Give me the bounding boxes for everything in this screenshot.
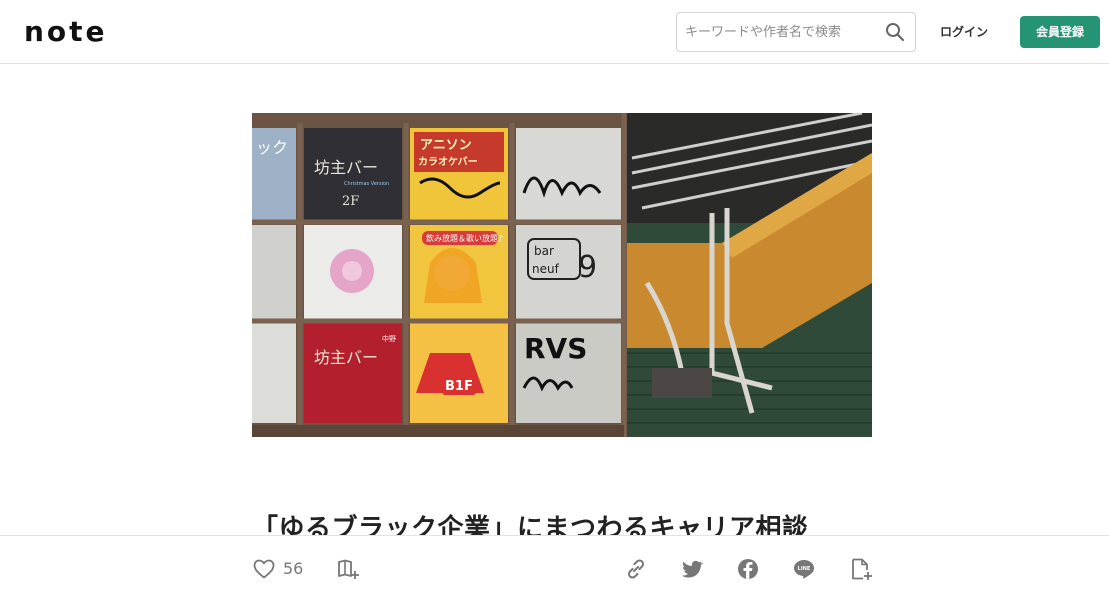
svg-text:B1F: B1F: [445, 379, 473, 394]
login-button[interactable]: ログイン: [932, 20, 996, 44]
svg-text:坊主バー: 坊主バー: [314, 348, 378, 367]
svg-text:アニソン: アニソン: [420, 138, 472, 153]
hero-image: ック 坊主バー Christmas Version 2F アニソン カラオケバー…: [252, 113, 872, 437]
svg-text:カラオケバー: カラオケバー: [418, 156, 478, 168]
article-action-bar: 56 LINE: [0, 535, 1109, 600]
site-header: note ログイン 会員登録: [0, 0, 1109, 64]
svg-text:9: 9: [578, 250, 597, 285]
note-embed-icon[interactable]: [849, 557, 873, 581]
line-icon[interactable]: LINE: [792, 557, 816, 581]
twitter-icon[interactable]: [680, 557, 704, 581]
signup-button[interactable]: 会員登録: [1020, 16, 1100, 48]
link-icon[interactable]: [624, 557, 648, 581]
svg-text:2F: 2F: [342, 194, 359, 209]
svg-text:bar: bar: [534, 244, 554, 258]
heart-icon[interactable]: [252, 557, 276, 581]
svg-text:note: note: [24, 20, 108, 44]
svg-text:neuf: neuf: [532, 262, 560, 276]
note-logo[interactable]: note: [24, 20, 124, 44]
facebook-icon[interactable]: [736, 557, 760, 581]
like-count: 56: [283, 559, 304, 578]
svg-text:Christmas Version: Christmas Version: [344, 181, 389, 187]
svg-text:LINE: LINE: [798, 566, 811, 572]
search-box: [676, 12, 916, 52]
magazine-add-icon[interactable]: [336, 557, 360, 581]
search-icon[interactable]: [885, 22, 905, 42]
svg-text:坊主バー: 坊主バー: [314, 158, 378, 177]
search-input[interactable]: [685, 13, 880, 51]
svg-text:RVS: RVS: [524, 332, 587, 365]
svg-text:飲み放題＆歌い放題♪: 飲み放題＆歌い放題♪: [426, 233, 503, 243]
svg-text:ック: ック: [256, 138, 288, 157]
svg-text:中野: 中野: [382, 334, 396, 343]
